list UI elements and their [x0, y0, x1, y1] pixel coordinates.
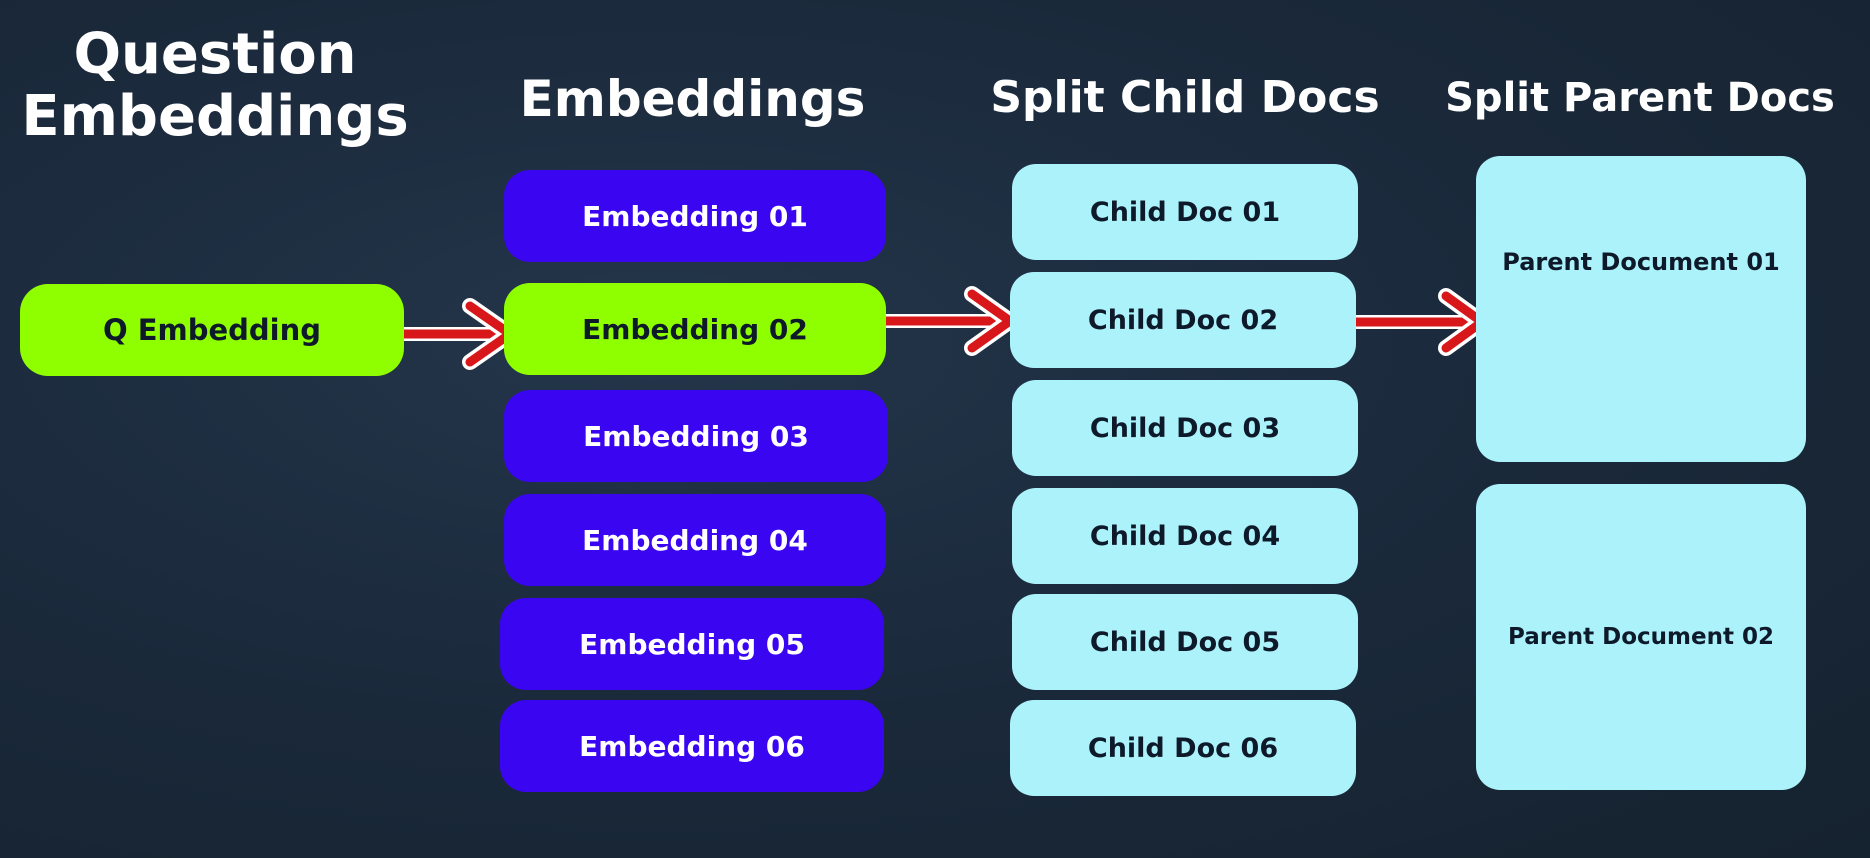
child-doc-box-05: Child Doc 05 [1012, 594, 1358, 690]
child-doc-box-02: Child Doc 02 [1010, 272, 1356, 368]
parent-document-box-01: Parent Document 01 [1476, 156, 1806, 462]
child-doc-box-06: Child Doc 06 [1010, 700, 1356, 796]
arrow-embedding-to-child [879, 286, 1018, 356]
child-doc-box-03: Child Doc 03 [1012, 380, 1358, 476]
parent-document-label-01: Parent Document 01 [1502, 248, 1780, 276]
embedding-box-06: Embedding 06 [500, 700, 884, 792]
embedding-box-04: Embedding 04 [504, 494, 886, 586]
embedding-box-05: Embedding 05 [500, 598, 884, 690]
embedding-box-02: Embedding 02 [504, 283, 886, 375]
q-embedding-box: Q Embedding [20, 284, 404, 376]
parent-document-box-02: Parent Document 02 [1476, 484, 1806, 790]
child-doc-box-04: Child Doc 04 [1012, 488, 1358, 584]
embedding-box-01: Embedding 01 [504, 170, 886, 262]
arrow-child-to-parent [1349, 288, 1490, 356]
embedding-box-03: Embedding 03 [504, 390, 888, 482]
child-doc-box-01: Child Doc 01 [1012, 164, 1358, 260]
arrow-q-to-embedding [381, 298, 518, 370]
